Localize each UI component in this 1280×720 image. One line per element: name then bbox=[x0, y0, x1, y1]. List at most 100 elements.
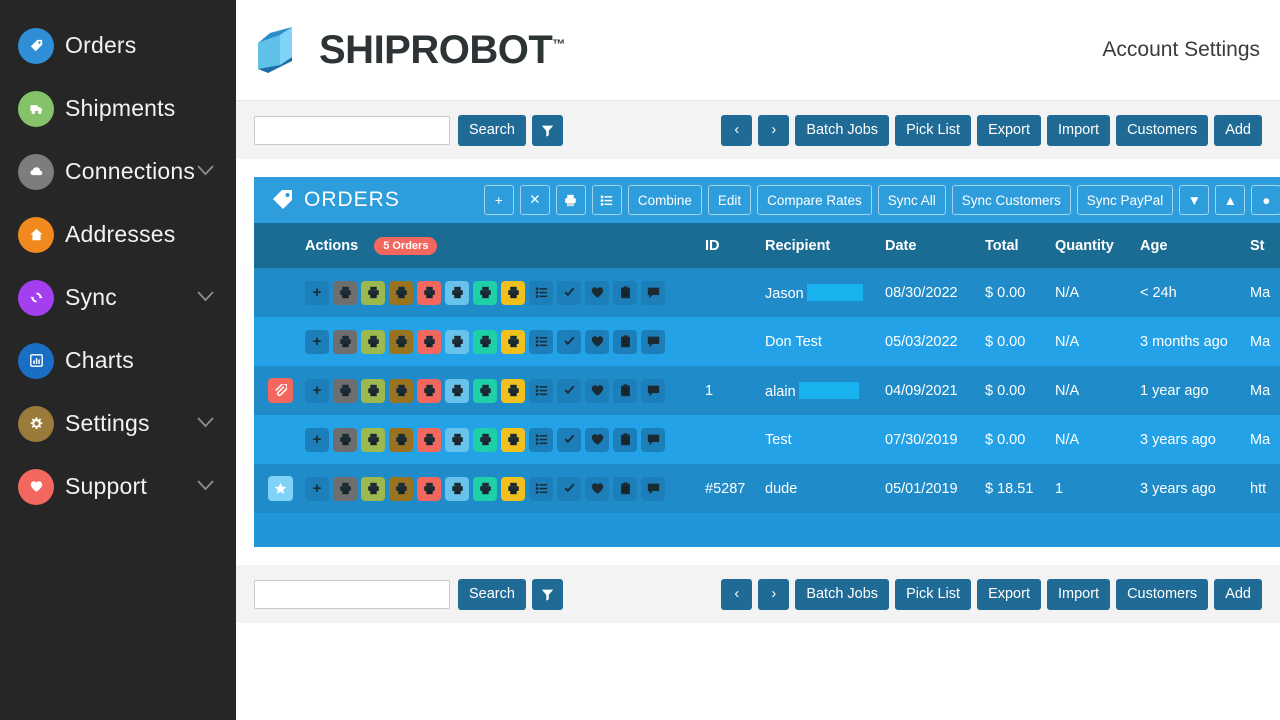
list-icon[interactable] bbox=[529, 476, 553, 501]
print-brown-icon[interactable] bbox=[389, 427, 413, 452]
print-red-icon[interactable] bbox=[417, 280, 441, 305]
clipboard-icon[interactable] bbox=[613, 427, 637, 452]
prev-page-button[interactable]: ‹ bbox=[721, 114, 753, 146]
heart-icon[interactable] bbox=[585, 280, 609, 305]
check-icon[interactable] bbox=[557, 280, 581, 305]
print-gray-icon[interactable] bbox=[333, 427, 357, 452]
sidebar-item-shipments[interactable]: Shipments bbox=[0, 77, 236, 140]
print-red-icon[interactable] bbox=[417, 329, 441, 354]
search-button[interactable]: Search bbox=[458, 578, 526, 610]
list-icon[interactable] bbox=[529, 427, 553, 452]
pick-list-button[interactable]: Pick List bbox=[895, 114, 972, 146]
comment-icon[interactable] bbox=[641, 476, 665, 501]
print-red-icon[interactable] bbox=[417, 378, 441, 403]
print-lightblue-icon[interactable] bbox=[445, 280, 469, 305]
customers-button[interactable]: Customers bbox=[1116, 114, 1209, 146]
add-item-icon[interactable]: + bbox=[305, 329, 329, 354]
import-button[interactable]: Import bbox=[1046, 578, 1111, 610]
print-gray-icon[interactable] bbox=[333, 329, 357, 354]
table-row[interactable]: + bbox=[254, 415, 1280, 464]
filter-button[interactable] bbox=[531, 114, 563, 146]
col-actions[interactable]: Actions 5 Orders bbox=[299, 223, 699, 268]
heart-icon[interactable] bbox=[585, 476, 609, 501]
print-red-icon[interactable] bbox=[417, 427, 441, 452]
sidebar-item-connections[interactable]: Connections bbox=[0, 140, 236, 203]
table-row[interactable]: + bbox=[254, 268, 1280, 317]
print-brown-icon[interactable] bbox=[389, 378, 413, 403]
print-teal-icon[interactable] bbox=[473, 476, 497, 501]
list-icon[interactable] bbox=[529, 329, 553, 354]
print-olive-icon[interactable] bbox=[361, 280, 385, 305]
heart-icon[interactable] bbox=[585, 427, 609, 452]
close-button[interactable]: ✕ bbox=[519, 185, 550, 215]
sidebar-item-orders[interactable]: Orders bbox=[0, 14, 236, 77]
list-icon[interactable] bbox=[529, 280, 553, 305]
search-input[interactable] bbox=[254, 115, 450, 145]
list-button[interactable] bbox=[591, 185, 622, 215]
add-button[interactable]: Add bbox=[1214, 114, 1262, 146]
search-button[interactable]: Search bbox=[458, 114, 526, 146]
print-lightblue-icon[interactable] bbox=[445, 378, 469, 403]
print-gray-icon[interactable] bbox=[333, 378, 357, 403]
col-age[interactable]: Age bbox=[1134, 223, 1244, 268]
check-icon[interactable] bbox=[557, 427, 581, 452]
col-quantity[interactable]: Quantity bbox=[1049, 223, 1134, 268]
next-page-button[interactable]: › bbox=[758, 578, 790, 610]
batch-jobs-button[interactable]: Batch Jobs bbox=[795, 114, 890, 146]
col-id[interactable]: ID bbox=[699, 223, 759, 268]
check-icon[interactable] bbox=[557, 476, 581, 501]
print-yellow-icon[interactable] bbox=[501, 378, 525, 403]
col-recipient[interactable]: Recipient bbox=[759, 223, 879, 268]
chevron-down-icon[interactable] bbox=[197, 478, 214, 496]
table-row[interactable]: + bbox=[254, 317, 1280, 366]
comment-icon[interactable] bbox=[641, 378, 665, 403]
compare-rates-button[interactable]: Compare Rates bbox=[757, 185, 872, 215]
sync-paypal-button[interactable]: Sync PayPal bbox=[1076, 185, 1174, 215]
print-teal-icon[interactable] bbox=[473, 329, 497, 354]
circle-button[interactable]: ● bbox=[1251, 185, 1280, 215]
table-row[interactable]: + bbox=[254, 366, 1280, 415]
filter-button[interactable] bbox=[531, 578, 563, 610]
chevron-down-icon[interactable] bbox=[197, 415, 214, 433]
sync-customers-button[interactable]: Sync Customers bbox=[951, 185, 1071, 215]
attachment-icon[interactable] bbox=[268, 378, 293, 403]
print-yellow-icon[interactable] bbox=[501, 280, 525, 305]
print-olive-icon[interactable] bbox=[361, 329, 385, 354]
print-olive-icon[interactable] bbox=[361, 476, 385, 501]
chevron-down-icon[interactable] bbox=[197, 163, 214, 181]
account-settings-link[interactable]: Account Settings bbox=[1102, 38, 1266, 62]
prev-page-button[interactable]: ‹ bbox=[721, 578, 753, 610]
sidebar-item-addresses[interactable]: Addresses bbox=[0, 203, 236, 266]
clipboard-icon[interactable] bbox=[613, 378, 637, 403]
print-teal-icon[interactable] bbox=[473, 378, 497, 403]
star-icon[interactable] bbox=[268, 476, 293, 501]
heart-icon[interactable] bbox=[585, 378, 609, 403]
sidebar-item-sync[interactable]: Sync bbox=[0, 266, 236, 329]
table-row[interactable]: + bbox=[254, 464, 1280, 513]
clipboard-icon[interactable] bbox=[613, 476, 637, 501]
check-icon[interactable] bbox=[557, 378, 581, 403]
col-date[interactable]: Date bbox=[879, 223, 979, 268]
clipboard-icon[interactable] bbox=[613, 280, 637, 305]
print-lightblue-icon[interactable] bbox=[445, 427, 469, 452]
print-lightblue-icon[interactable] bbox=[445, 476, 469, 501]
col-total[interactable]: Total bbox=[979, 223, 1049, 268]
col-status[interactable]: St bbox=[1244, 223, 1280, 268]
print-gray-icon[interactable] bbox=[333, 280, 357, 305]
print-gray-icon[interactable] bbox=[333, 476, 357, 501]
chevron-down-icon[interactable] bbox=[197, 289, 214, 307]
sidebar-item-charts[interactable]: Charts bbox=[0, 329, 236, 392]
import-button[interactable]: Import bbox=[1046, 114, 1111, 146]
heart-icon[interactable] bbox=[585, 329, 609, 354]
print-teal-icon[interactable] bbox=[473, 280, 497, 305]
sort-up-button[interactable]: ▲ bbox=[1215, 185, 1246, 215]
export-button[interactable]: Export bbox=[977, 114, 1041, 146]
comment-icon[interactable] bbox=[641, 280, 665, 305]
sync-all-button[interactable]: Sync All bbox=[877, 185, 946, 215]
list-icon[interactable] bbox=[529, 378, 553, 403]
clipboard-icon[interactable] bbox=[613, 329, 637, 354]
logo[interactable]: SHIPROBOT™ bbox=[254, 25, 565, 75]
add-item-icon[interactable]: + bbox=[305, 280, 329, 305]
print-red-icon[interactable] bbox=[417, 476, 441, 501]
print-button[interactable] bbox=[555, 185, 586, 215]
